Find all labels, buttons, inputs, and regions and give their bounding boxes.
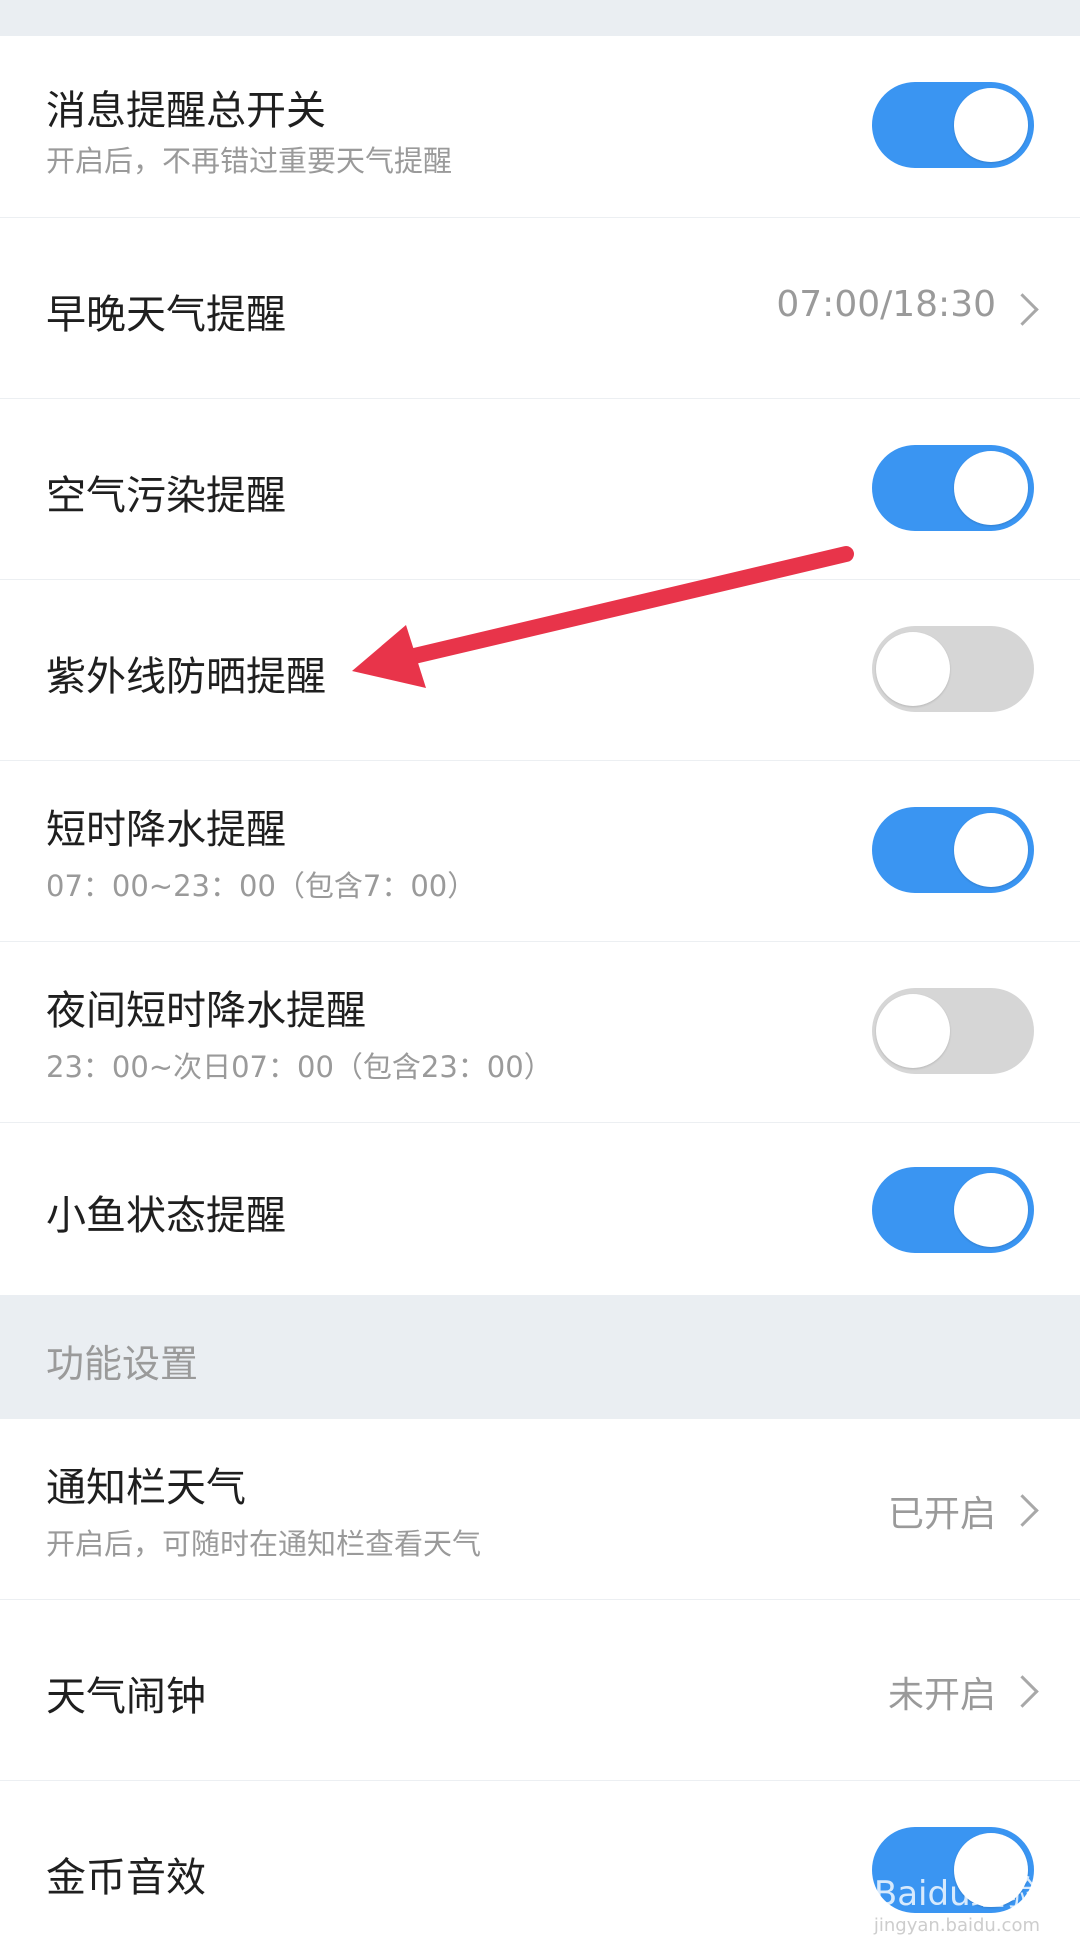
- fish-toggle[interactable]: [872, 1167, 1034, 1253]
- setting-value: 未开启: [887, 1675, 996, 1716]
- setting-subtitle: 开启后，可随时在通知栏查看天气: [46, 1527, 482, 1561]
- night-rain-toggle[interactable]: [872, 988, 1034, 1074]
- toggle-knob: [954, 451, 1028, 525]
- setting-row-alarm[interactable]: 天气闹钟 未开启: [0, 1600, 1080, 1781]
- toggle-knob: [954, 1173, 1028, 1247]
- setting-title: 紫外线防晒提醒: [46, 654, 326, 700]
- watermark-text: Baidu经验: [873, 1874, 1039, 1914]
- setting-value: 已开启: [887, 1494, 996, 1535]
- setting-subtitle: 07：00~23：00（包含7：00）: [46, 869, 477, 903]
- uv-toggle[interactable]: [872, 626, 1034, 712]
- toggle-knob: [876, 994, 950, 1068]
- setting-title: 短时降水提醒: [46, 807, 286, 853]
- setting-subtitle: 开启后，不再错过重要天气提醒: [46, 144, 453, 178]
- setting-row-fish: 小鱼状态提醒: [0, 1123, 1080, 1295]
- air-pollution-toggle[interactable]: [872, 445, 1034, 531]
- setting-title: 天气闹钟: [46, 1674, 206, 1720]
- setting-title: 金币音效: [46, 1855, 206, 1901]
- setting-row-master: 消息提醒总开关 开启后，不再错过重要天气提醒: [0, 36, 1080, 218]
- watermark-url: jingyan.baidu.com: [873, 1915, 1040, 1936]
- setting-title: 早晚天气提醒: [46, 292, 286, 338]
- setting-value: 07:00/18:30: [776, 284, 996, 325]
- section-label: 功能设置: [46, 1342, 199, 1386]
- section-header-function: 功能设置: [0, 1295, 1080, 1419]
- toggle-knob: [954, 88, 1028, 162]
- setting-title: 消息提醒总开关: [46, 88, 326, 134]
- setting-row-night-rain: 夜间短时降水提醒 23：00~次日07：00（包含23：00）: [0, 942, 1080, 1123]
- master-toggle[interactable]: [872, 82, 1034, 168]
- chevron-right-icon: [1006, 293, 1039, 326]
- toggle-knob: [954, 813, 1028, 887]
- setting-title: 空气污染提醒: [46, 473, 286, 519]
- setting-title: 小鱼状态提醒: [46, 1193, 286, 1239]
- setting-row-air-pollution: 空气污染提醒: [0, 399, 1080, 580]
- short-rain-toggle[interactable]: [872, 807, 1034, 893]
- baidu-watermark: Baidu经验 jingyan.baidu.com: [874, 1866, 1040, 1936]
- setting-row-morning-evening[interactable]: 早晚天气提醒 07:00/18:30: [0, 218, 1080, 399]
- top-strip: [0, 0, 1080, 36]
- setting-subtitle: 23：00~次日07：00（包含23：00）: [46, 1050, 553, 1084]
- setting-title: 夜间短时降水提醒: [46, 988, 366, 1034]
- toggle-knob: [876, 632, 950, 706]
- setting-row-uv: 紫外线防晒提醒: [0, 580, 1080, 761]
- setting-row-notif-bar[interactable]: 通知栏天气 开启后，可随时在通知栏查看天气 已开启: [0, 1419, 1080, 1600]
- setting-row-short-rain: 短时降水提醒 07：00~23：00（包含7：00）: [0, 761, 1080, 942]
- chevron-right-icon: [1006, 1494, 1039, 1527]
- chevron-right-icon: [1006, 1675, 1039, 1708]
- setting-title: 通知栏天气: [46, 1465, 246, 1511]
